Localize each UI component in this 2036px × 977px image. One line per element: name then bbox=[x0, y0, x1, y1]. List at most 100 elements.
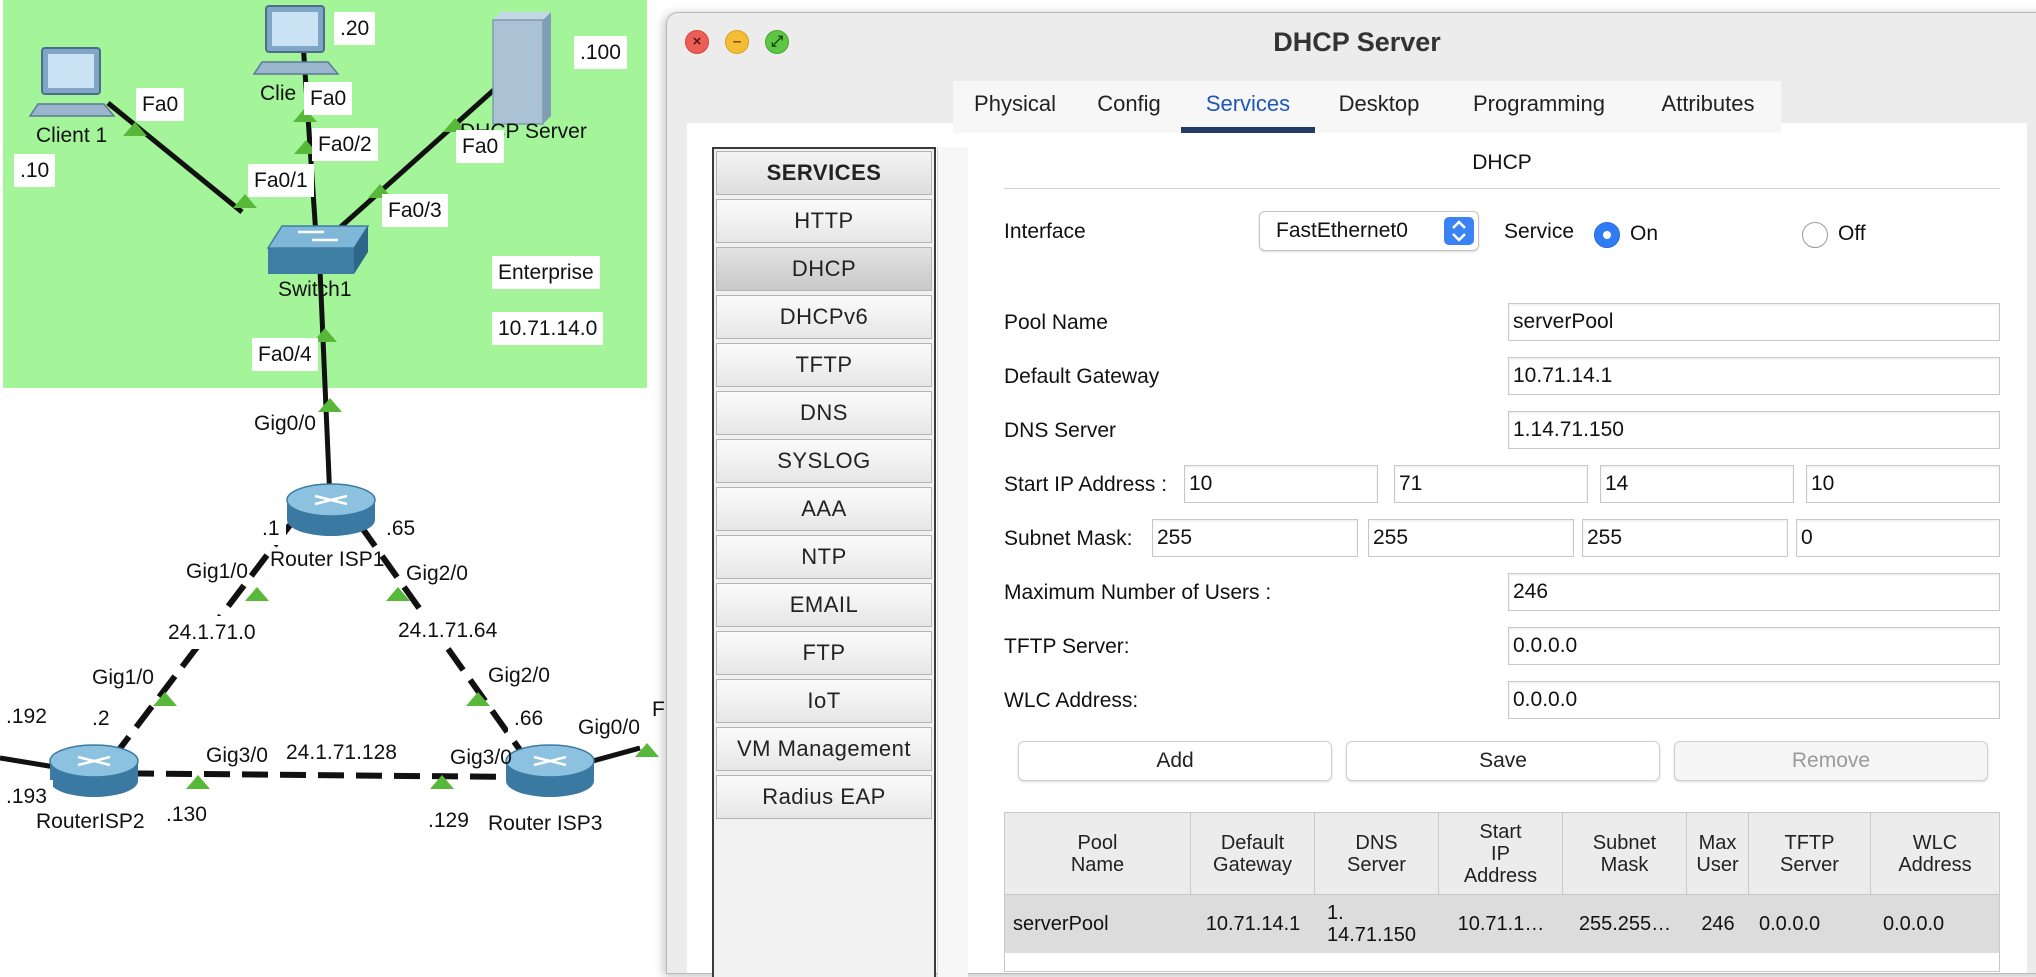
dhcp-server-window: × – ⤢ DHCP Server Physical Config Servic… bbox=[666, 12, 2036, 977]
start-ip-octet-1[interactable]: 10 bbox=[1184, 465, 1378, 503]
enterprise-network-label: 10.71.14.0 bbox=[492, 312, 604, 346]
tab-config[interactable]: Config bbox=[1077, 81, 1181, 133]
start-ip-octet-2[interactable]: 71 bbox=[1394, 465, 1588, 503]
section-title: DHCP bbox=[1472, 151, 1532, 174]
tab-programming[interactable]: Programming bbox=[1443, 81, 1635, 133]
interface-label: Interface bbox=[1004, 220, 1086, 243]
pool-table: Pool Name Default Gateway DNS Server Start I… bbox=[1004, 812, 2000, 972]
dhcp-server-icon bbox=[492, 12, 551, 125]
gateway-label: Default Gateway bbox=[1004, 365, 1160, 388]
table-header-max-user[interactable]: Max User bbox=[1687, 813, 1749, 895]
cell-tftp: 0.0.0.0 bbox=[1749, 895, 1871, 953]
cell-pool-name: serverPool bbox=[1005, 895, 1191, 953]
header-text: Start IP Address bbox=[1463, 820, 1538, 887]
gateway-field[interactable]: 10.71.14.1 bbox=[1508, 357, 2000, 395]
service-item-aaa[interactable]: AAA bbox=[716, 487, 932, 531]
router-isp1-name[interactable]: Router ISP1 bbox=[270, 548, 384, 572]
wlc-address-field[interactable]: 0.0.0.0 bbox=[1508, 681, 2000, 719]
tftp-server-field[interactable]: 0.0.0.0 bbox=[1508, 627, 2000, 665]
section-divider bbox=[1004, 188, 2000, 189]
header-text: Pool Name bbox=[1070, 831, 1125, 876]
table-header-dns-server[interactable]: DNS Server bbox=[1315, 813, 1439, 895]
cell-max-users: 246 bbox=[1687, 895, 1749, 953]
host-label: .2 bbox=[86, 702, 116, 736]
header-text: Max User bbox=[1696, 831, 1739, 876]
host-label: .193 bbox=[0, 780, 53, 814]
service-item-syslog[interactable]: SYSLOG bbox=[716, 439, 932, 483]
host-label: .1 bbox=[256, 512, 286, 546]
services-scrollbar[interactable] bbox=[937, 147, 968, 977]
service-item-dhcp[interactable]: DHCP bbox=[716, 247, 932, 291]
select-arrows-icon bbox=[1444, 217, 1474, 245]
tab-desktop[interactable]: Desktop bbox=[1315, 81, 1443, 133]
table-header-tftp-server[interactable]: TFTP Server bbox=[1749, 813, 1871, 895]
host-label: .129 bbox=[422, 804, 475, 838]
router-isp2-name[interactable]: RouterISP2 bbox=[36, 810, 145, 834]
enterprise-area-label: Enterprise bbox=[492, 256, 600, 290]
port-label: Fa0/3 bbox=[382, 194, 448, 228]
add-button[interactable]: Add bbox=[1018, 741, 1332, 781]
service-item-ntp[interactable]: NTP bbox=[716, 535, 932, 579]
save-button[interactable]: Save bbox=[1346, 741, 1660, 781]
cell-subnet-mask: 255.255… bbox=[1563, 895, 1687, 953]
service-item-email[interactable]: EMAIL bbox=[716, 583, 932, 627]
service-item-radius-eap[interactable]: Radius EAP bbox=[716, 775, 932, 819]
network-topology-canvas[interactable]: Client 1 Clie DHCP Server Switch1 Router… bbox=[0, 0, 670, 966]
host-label: .100 bbox=[574, 36, 627, 70]
port-label: Gig2/0 bbox=[406, 562, 468, 585]
service-on-radio[interactable] bbox=[1594, 222, 1620, 248]
cell-dns: 1. 14.71.150 bbox=[1315, 895, 1439, 953]
interface-select[interactable]: FastEthernet0 bbox=[1259, 211, 1479, 251]
service-item-tftp[interactable]: TFTP bbox=[716, 343, 932, 387]
dhcp-config-form: DHCP Interface FastEthernet0 Service On … bbox=[1004, 148, 2004, 972]
start-ip-octet-3[interactable]: 14 bbox=[1600, 465, 1794, 503]
services-list: SERVICES HTTP DHCP DHCPv6 TFTP DNS SYSLO… bbox=[712, 147, 936, 977]
port-label: F bbox=[652, 698, 665, 721]
router-isp3-icon bbox=[505, 744, 595, 797]
port-label: Gig3/0 bbox=[206, 744, 268, 767]
service-item-http[interactable]: HTTP bbox=[716, 199, 932, 243]
tab-physical[interactable]: Physical bbox=[953, 81, 1077, 133]
table-header-wlc-address[interactable]: WLC Address bbox=[1871, 813, 1999, 895]
host-label: .192 bbox=[0, 700, 53, 734]
port-label: Fa0 bbox=[304, 82, 353, 116]
window-titlebar[interactable]: × – ⤢ DHCP Server bbox=[667, 13, 2036, 71]
service-item-dns[interactable]: DNS bbox=[716, 391, 932, 435]
subnet-mask-octet-3[interactable]: 255 bbox=[1582, 519, 1788, 557]
client1-name[interactable]: Client 1 bbox=[36, 124, 107, 148]
max-users-field[interactable]: 246 bbox=[1508, 573, 2000, 611]
subnet-mask-octet-4[interactable]: 0 bbox=[1796, 519, 2000, 557]
tab-attributes[interactable]: Attributes bbox=[1635, 81, 1781, 133]
switch1-name[interactable]: Switch1 bbox=[278, 278, 352, 302]
cell-wlc: 0.0.0.0 bbox=[1871, 895, 1999, 953]
service-item-vm-management[interactable]: VM Management bbox=[716, 727, 932, 771]
tab-services[interactable]: Services bbox=[1181, 81, 1315, 133]
host-label: .66 bbox=[508, 702, 550, 736]
dns-server-field[interactable]: 1.14.71.150 bbox=[1508, 411, 2000, 449]
remove-button[interactable]: Remove bbox=[1674, 741, 1988, 781]
service-item-iot[interactable]: IoT bbox=[716, 679, 932, 723]
service-item-ftp[interactable]: FTP bbox=[716, 631, 932, 675]
table-header-default-gateway[interactable]: Default Gateway bbox=[1191, 813, 1315, 895]
port-label: Gig0/0 bbox=[578, 716, 640, 739]
network-label: 24.1.71.0 bbox=[162, 616, 262, 650]
table-header-subnet-mask[interactable]: Subnet Mask bbox=[1563, 813, 1687, 895]
table-header-pool-name[interactable]: Pool Name bbox=[1005, 813, 1191, 895]
client2-name[interactable]: Clie bbox=[260, 82, 296, 106]
pool-name-field[interactable]: serverPool bbox=[1508, 303, 2000, 341]
subnet-mask-octet-2[interactable]: 255 bbox=[1368, 519, 1574, 557]
header-text: Default Gateway bbox=[1213, 831, 1292, 876]
tftp-server-label: TFTP Server: bbox=[1004, 635, 1130, 658]
subnet-mask-octet-1[interactable]: 255 bbox=[1152, 519, 1358, 557]
service-off-label: Off bbox=[1838, 222, 1866, 245]
start-ip-octet-4[interactable]: 10 bbox=[1806, 465, 2000, 503]
service-item-dhcpv6[interactable]: DHCPv6 bbox=[716, 295, 932, 339]
cell-gateway: 10.71.14.1 bbox=[1191, 895, 1315, 953]
service-off-radio[interactable] bbox=[1802, 222, 1828, 248]
host-label: .65 bbox=[380, 512, 422, 546]
port-label: Fa0 bbox=[456, 130, 505, 164]
max-users-label: Maximum Number of Users : bbox=[1004, 581, 1272, 604]
router-isp2-icon bbox=[49, 744, 139, 797]
router-isp3-name[interactable]: Router ISP3 bbox=[488, 812, 602, 836]
table-header-start-ip[interactable]: Start IP Address bbox=[1439, 813, 1563, 895]
